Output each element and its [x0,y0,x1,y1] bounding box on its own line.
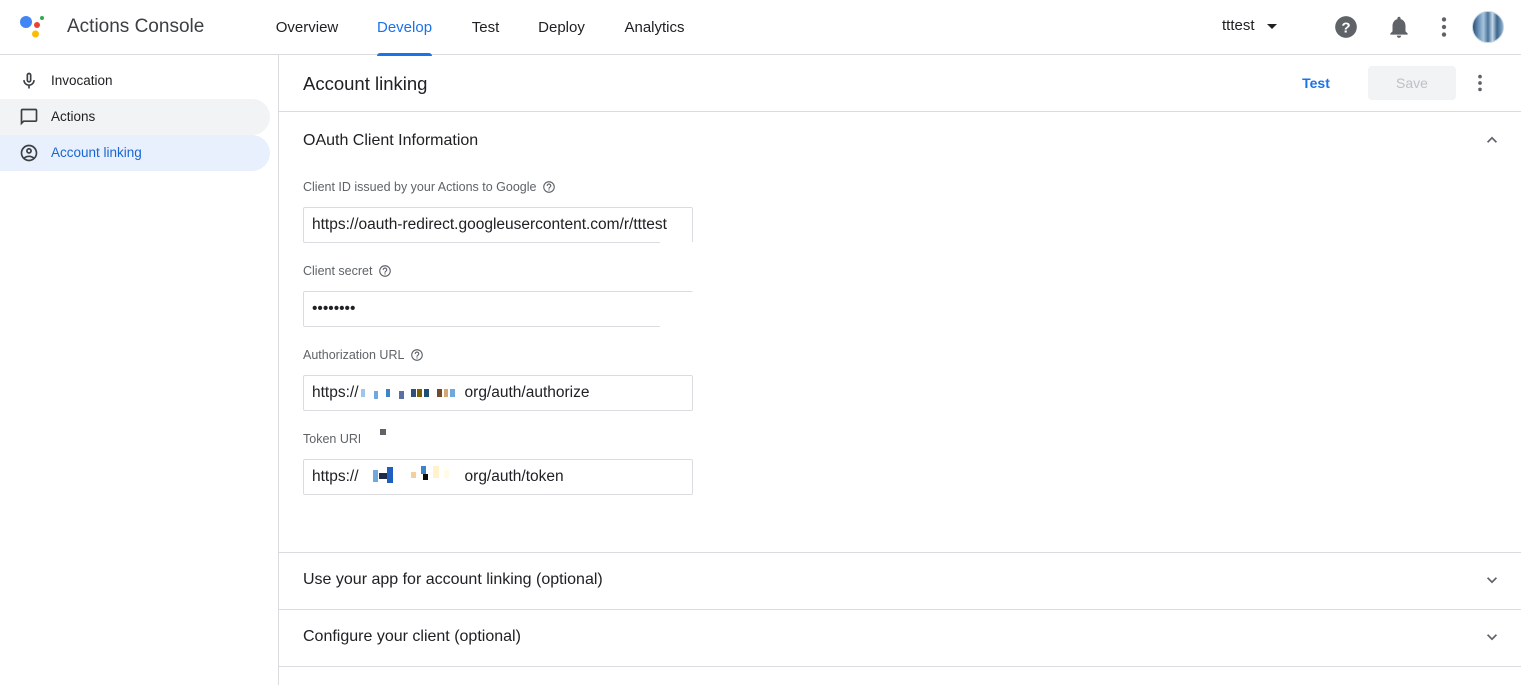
main-content: Account linking Test Save OAuth Client I… [279,55,1521,685]
chevron-up-icon[interactable] [1482,130,1502,150]
project-name: tttest [1222,17,1255,34]
app-account-linking-section[interactable]: Use your app for account linking (option… [279,552,1521,609]
client-secret-field[interactable] [303,291,693,327]
help-outline-icon[interactable] [378,264,392,278]
page-header: Account linking Test Save [279,55,1521,112]
sidebar-item-account-linking[interactable]: Account linking [0,135,270,171]
dropdown-caret-icon [1266,24,1277,29]
sidebar-item-invocation[interactable]: Invocation [0,63,270,99]
tab-test[interactable]: Test [471,0,500,55]
section-title: Configure your client (optional) [303,628,521,645]
url-suffix: org/auth/token [464,468,564,485]
tab-analytics[interactable]: Analytics [624,0,685,55]
token-url-label: Token URL [303,432,365,446]
authorization-url-label: Authorization URL [303,348,424,362]
save-button[interactable]: Save [1368,66,1456,100]
url-prefix: https:// [312,468,359,485]
page-title: Account linking [303,73,428,94]
chevron-down-icon[interactable] [1482,570,1502,590]
sidebar-item-label: Invocation [51,73,113,88]
redaction-pixels [361,376,465,410]
sidebar: Invocation Actions Account linking [0,55,279,685]
tab-overview[interactable]: Overview [275,0,339,55]
project-selector[interactable]: tttest [1222,17,1277,34]
sidebar-item-label: Account linking [51,145,142,160]
sidebar-item-label: Actions [51,109,96,124]
user-avatar[interactable] [1472,11,1504,43]
chat-bubble-icon [20,108,38,126]
field-label-text: Client secret [303,264,373,278]
help-outline-icon[interactable] [542,180,556,194]
more-vert-icon[interactable] [1469,72,1491,94]
section-title: Use your app for account linking (option… [303,571,603,588]
client-id-label: Client ID issued by your Actions to Goog… [303,180,556,194]
sidebar-item-actions[interactable]: Actions [0,99,270,135]
help-outline-icon[interactable] [410,348,424,362]
field-label-text: Client ID issued by your Actions to Goog… [303,180,537,194]
field-label-text: Token URL [303,432,365,446]
more-vert-icon[interactable] [1431,14,1457,40]
url-prefix: https:// [312,384,359,401]
top-app-bar: Actions Console Overview Develop Test De… [0,0,1521,56]
account-circle-icon [20,144,38,162]
section-divider [279,666,1521,667]
microphone-icon [23,72,35,89]
redaction-pixels [360,421,464,461]
redaction-pixels [361,460,465,494]
google-assistant-logo-icon[interactable] [18,12,48,42]
test-button[interactable]: Test [1287,65,1345,101]
url-suffix: org/auth/authorize [464,384,590,401]
field-label-text: Authorization URL [303,348,405,362]
chevron-down-icon[interactable] [1482,627,1502,647]
client-secret-label: Client secret [303,264,392,278]
svg-text:?: ? [1341,19,1350,36]
tab-develop[interactable]: Develop [377,0,432,56]
configure-client-section[interactable]: Configure your client (optional) [279,609,1521,666]
help-icon[interactable]: ? [1333,14,1359,40]
redaction-mask [660,292,694,328]
oauth-section-title[interactable]: OAuth Client Information [303,132,478,150]
app-title[interactable]: Actions Console [67,16,204,38]
notifications-bell-icon[interactable] [1386,14,1412,40]
redaction-mask [660,242,695,250]
client-id-field[interactable] [303,207,693,243]
tab-deploy[interactable]: Deploy [538,0,585,55]
